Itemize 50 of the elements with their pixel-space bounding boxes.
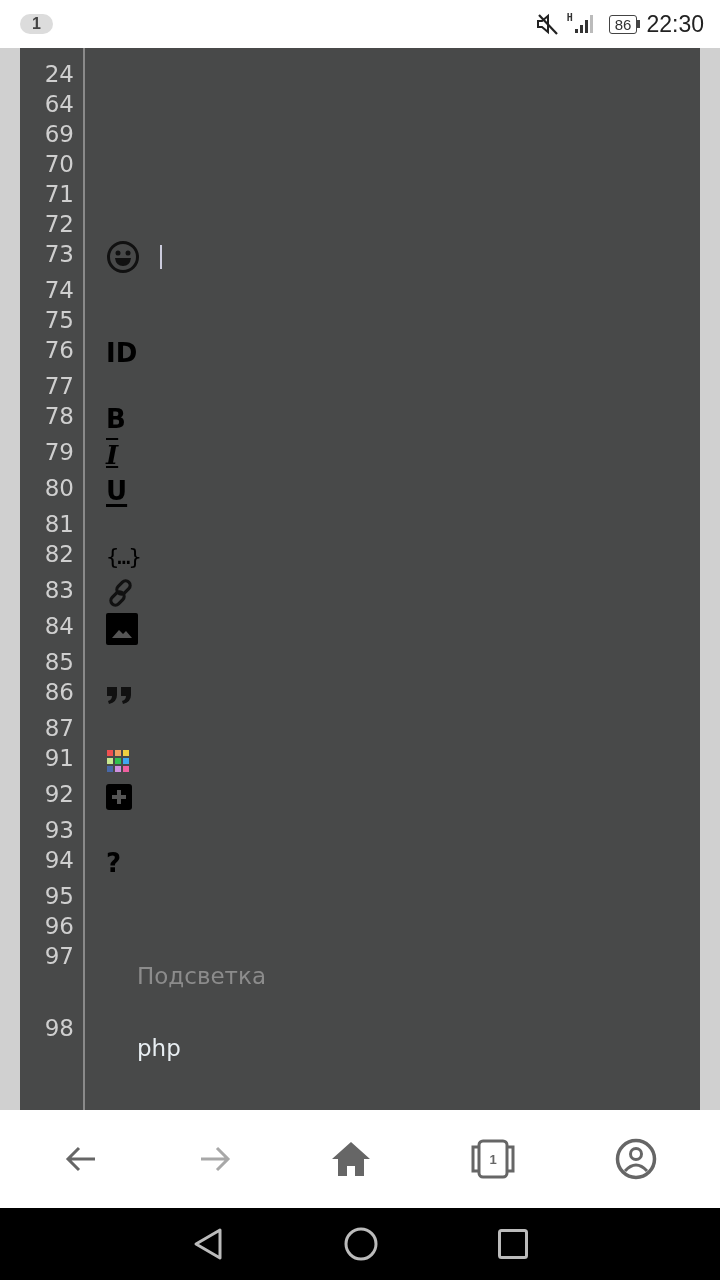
account-button[interactable] (615, 1138, 657, 1180)
line-number: 75 (43, 306, 74, 335)
bold-icon[interactable]: B (106, 403, 126, 435)
line-number: 70 (43, 150, 74, 179)
line-number: 24 (43, 60, 74, 89)
help-icon[interactable]: ? (106, 847, 122, 879)
line-number: 69 (43, 120, 74, 149)
line-number: 76 (43, 336, 74, 365)
back-button[interactable] (192, 1227, 224, 1261)
line-number: 82 (43, 540, 74, 569)
line-number: 73 (43, 240, 74, 269)
line-number: 72 (43, 210, 74, 239)
line-number: 79 (43, 438, 74, 467)
line-number: 92 (43, 780, 74, 809)
home-button[interactable] (331, 1141, 371, 1177)
line-number: 91 (43, 744, 74, 773)
line-number: 93 (43, 816, 74, 845)
line-number: 85 (43, 648, 74, 677)
underline-icon[interactable]: U (106, 475, 128, 507)
line-number: 94 (43, 846, 74, 875)
id-icon[interactable]: ID (106, 337, 138, 369)
add-icon[interactable] (106, 784, 132, 810)
menu-item[interactable]: php (137, 1033, 181, 1063)
color-palette-icon[interactable] (106, 749, 130, 773)
line-number: 81 (43, 510, 74, 539)
line-number: 64 (43, 90, 74, 119)
line-number: 84 (43, 612, 74, 641)
clock: 22:30 (646, 10, 704, 38)
line-number: 77 (43, 372, 74, 401)
line-number: 86 (43, 678, 74, 707)
line-number: 78 (43, 402, 74, 431)
image-icon[interactable] (106, 613, 138, 645)
battery-level: 86 (608, 14, 638, 34)
network-type: H (566, 13, 573, 23)
menu-heading: Подсветка (137, 962, 266, 991)
line-number: 97 (43, 942, 74, 971)
notification-count: 1 (20, 14, 53, 34)
italic-icon[interactable]: I (106, 439, 119, 471)
line-number: 96 (43, 912, 74, 941)
home-button[interactable] (344, 1227, 378, 1261)
line-number: 83 (43, 576, 74, 605)
line-number: 74 (43, 276, 74, 305)
line-number: 80 (43, 474, 74, 503)
signal-icon (572, 13, 595, 35)
line-number: 98 (43, 1014, 74, 1043)
line-number: 87 (43, 714, 74, 743)
recent-apps-button[interactable] (498, 1229, 528, 1259)
code-icon[interactable]: {…} (106, 541, 140, 573)
line-number: 71 (43, 180, 74, 209)
line-number: 95 (43, 882, 74, 911)
